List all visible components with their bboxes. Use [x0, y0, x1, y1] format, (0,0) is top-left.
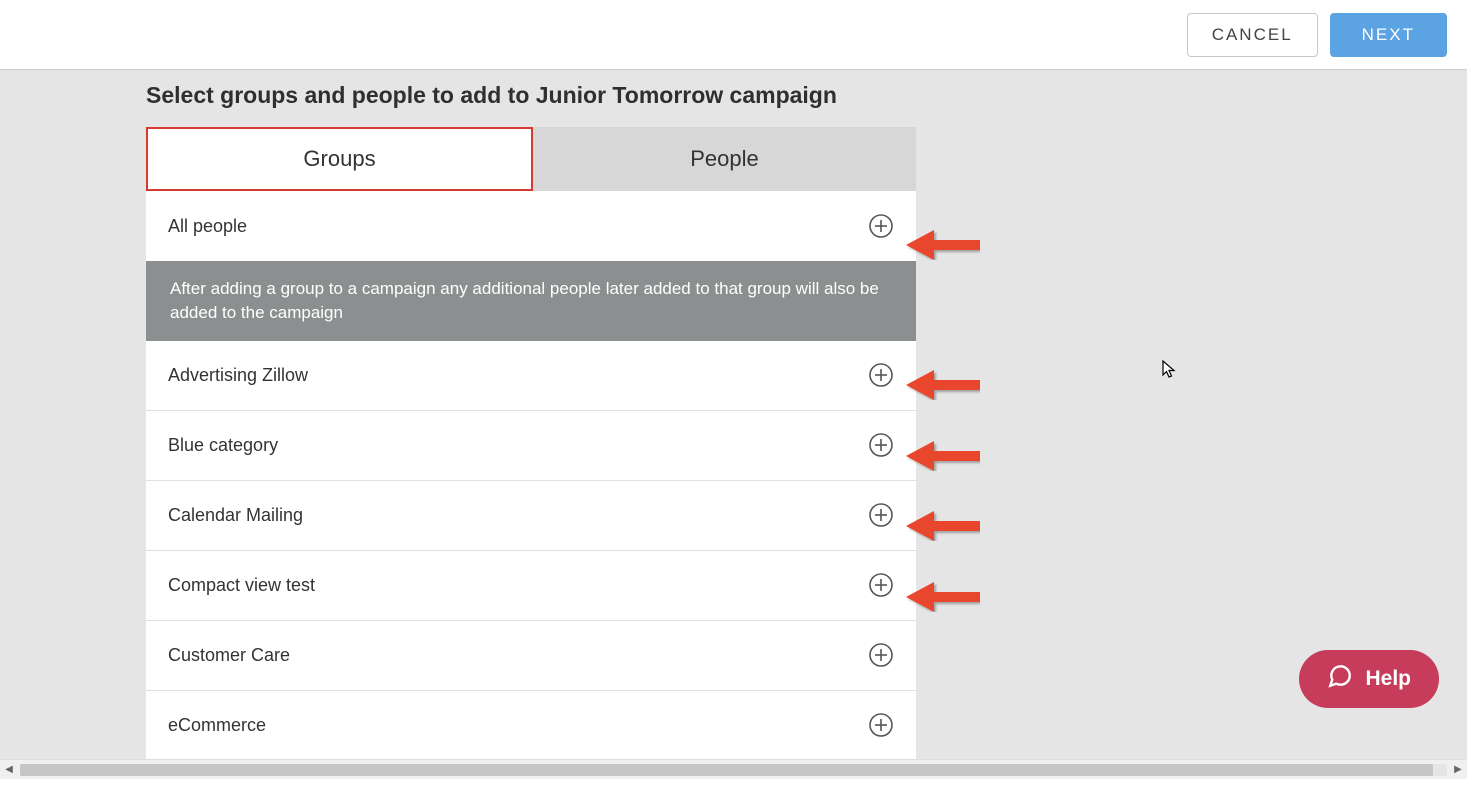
info-banner: After adding a group to a campaign any a… [146, 261, 916, 341]
list-item[interactable]: eCommerce [146, 691, 916, 761]
add-icon[interactable] [868, 502, 894, 528]
list-item-label: All people [168, 216, 247, 237]
add-icon[interactable] [868, 712, 894, 738]
tab-people[interactable]: People [533, 127, 916, 191]
list-item-label: Calendar Mailing [168, 505, 303, 526]
chat-icon [1327, 663, 1353, 695]
list-item-label: Customer Care [168, 645, 290, 666]
list-item-label: eCommerce [168, 715, 266, 736]
body-area: Select groups and people to add to Junio… [0, 69, 1467, 779]
list-item[interactable]: Calendar Mailing [146, 481, 916, 551]
list-item-label: Blue category [168, 435, 278, 456]
list-item-label: Compact view test [168, 575, 315, 596]
add-icon[interactable] [868, 572, 894, 598]
mouse-cursor-icon [1162, 360, 1178, 380]
help-button[interactable]: Help [1299, 650, 1439, 708]
list-item[interactable]: Compact view test [146, 551, 916, 621]
annotation-arrow-icon [906, 441, 980, 471]
annotation-arrow-icon [906, 370, 980, 400]
selection-panel: Select groups and people to add to Junio… [146, 82, 916, 761]
horizontal-scrollbar[interactable]: ◀ ▶ [0, 759, 1467, 779]
annotation-arrow-icon [906, 582, 980, 612]
header-bar: CANCEL NEXT [0, 0, 1467, 69]
add-icon[interactable] [868, 432, 894, 458]
list-item[interactable]: All people [146, 191, 916, 261]
tab-groups[interactable]: Groups [146, 127, 533, 191]
annotation-arrow-icon [906, 511, 980, 541]
annotation-arrow-icon [906, 230, 980, 260]
next-button[interactable]: NEXT [1330, 13, 1447, 57]
add-icon[interactable] [868, 213, 894, 239]
list-item[interactable]: Advertising Zillow [146, 341, 916, 411]
scroll-right-icon[interactable]: ▶ [1449, 760, 1467, 780]
scroll-thumb[interactable] [20, 764, 1433, 776]
add-icon[interactable] [868, 362, 894, 388]
list-item-label: Advertising Zillow [168, 365, 308, 386]
help-label: Help [1365, 667, 1411, 691]
tabs: Groups People [146, 127, 916, 191]
scroll-track[interactable] [20, 764, 1447, 776]
list-item[interactable]: Blue category [146, 411, 916, 481]
add-icon[interactable] [868, 642, 894, 668]
scroll-left-icon[interactable]: ◀ [0, 760, 18, 780]
page-title: Select groups and people to add to Junio… [146, 82, 916, 109]
group-list: All people After adding a group to a cam… [146, 191, 916, 761]
cancel-button[interactable]: CANCEL [1187, 13, 1318, 57]
list-item[interactable]: Customer Care [146, 621, 916, 691]
